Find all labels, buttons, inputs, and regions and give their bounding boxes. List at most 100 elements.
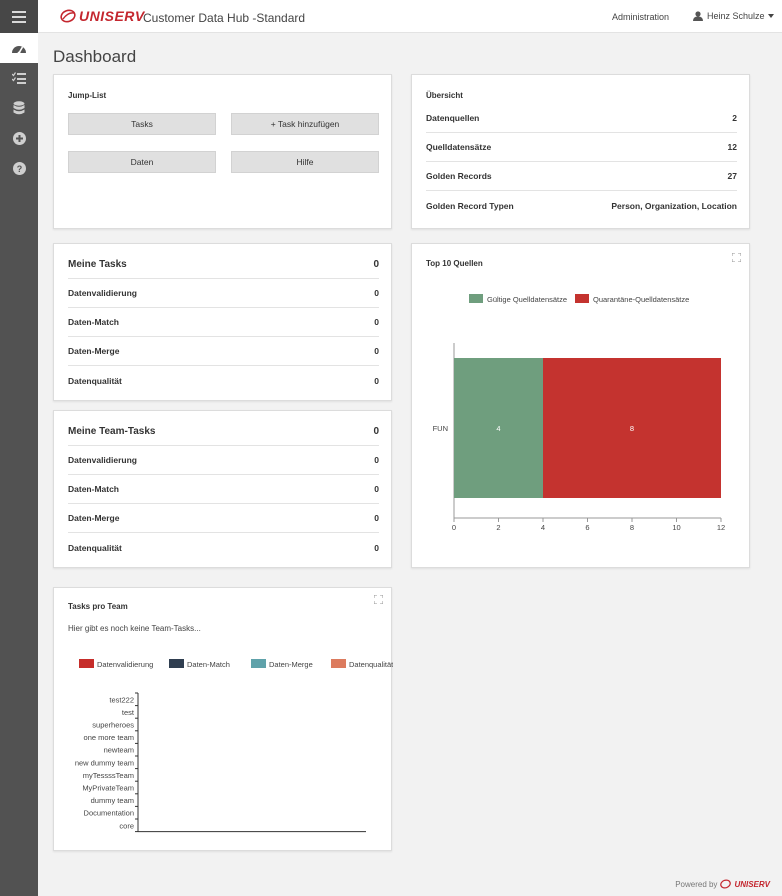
empty-message: Hier gibt es noch keine Team-Tasks... [68, 624, 201, 633]
task-type-label: Daten-Match [68, 317, 120, 327]
task-count: 0 [374, 317, 379, 327]
tasks-per-team-chart: Datenvalidierung Daten-Match Daten-Merge Da… [75, 659, 393, 833]
overview-row-label: Datenquellen [426, 113, 480, 123]
powered-by: Powered by UNISERV [675, 879, 770, 889]
expand-icon[interactable] [374, 595, 383, 604]
database-icon [13, 101, 25, 115]
category-label: newteam [104, 746, 134, 755]
plus-circle-icon [12, 131, 26, 145]
hamburger-icon [12, 10, 26, 23]
overview-row: Quelldatensätze 12 [426, 133, 737, 162]
top-sources-chart: Gültige Quelldatensätze Quarantäne-Quelld… [433, 294, 725, 532]
powered-by-label: Powered by [675, 879, 718, 889]
top-sources-card: Top 10 Quellen Gültige Quelldatensätze Qu… [411, 243, 750, 568]
overview-row: Golden Records 27 [426, 162, 737, 191]
legend-label[interactable]: Daten-Merge [269, 660, 313, 669]
category-label: dummy team [91, 796, 134, 805]
task-type-label: Daten-Merge [68, 513, 120, 523]
expand-icon[interactable] [732, 253, 741, 262]
my-tasks-title: Meine Tasks [68, 258, 127, 270]
jump-list-card: Jump-List Tasks + Task hinzufügen Daten … [53, 74, 392, 229]
jump-list-title: Jump-List [68, 91, 107, 100]
task-type-label: Daten-Match [68, 484, 120, 494]
footer: Powered by UNISERV [38, 868, 782, 896]
legend-label[interactable]: Datenqualität [349, 660, 393, 669]
category-label: MyPrivateTeam [82, 784, 134, 793]
user-menu[interactable]: Heinz Schulze [693, 11, 774, 21]
my-tasks-row[interactable]: Datenqualität 0 [68, 366, 379, 395]
topbar: UNISERV Customer Data Hub -Standard Admi… [38, 0, 782, 33]
task-count: 0 [374, 484, 379, 494]
legend-label[interactable]: Datenvalidierung [97, 660, 153, 669]
add-task-button[interactable]: + Task hinzufügen [231, 113, 379, 135]
page-title: Dashboard [53, 47, 137, 66]
x-tick-label: 12 [717, 523, 725, 532]
data-label: 8 [630, 424, 634, 433]
task-count: 0 [374, 346, 379, 356]
my-tasks-card: Meine Tasks 0 Datenvalidierung 0 Daten-M… [53, 243, 392, 401]
my-tasks-header: Meine Tasks 0 [68, 250, 379, 279]
svg-text:?: ? [16, 164, 22, 174]
sidebar-item-tasks[interactable] [0, 63, 38, 93]
legend-swatch[interactable] [169, 659, 184, 668]
uniserv-logo[interactable]: UNISERV [60, 8, 145, 24]
sidebar-item-help[interactable]: ? [0, 153, 38, 183]
category-label: new dummy team [75, 758, 134, 767]
category-label: core [119, 821, 134, 830]
legend-swatch[interactable] [331, 659, 346, 668]
overview-row-label: Golden Record Typen [426, 200, 514, 211]
chevron-down-icon [767, 14, 774, 18]
x-tick-label: 8 [630, 523, 634, 532]
team-tasks-row[interactable]: Datenqualität 0 [68, 533, 379, 562]
overview-row: Golden Record Typen Person, Organization… [426, 191, 737, 220]
help-button[interactable]: Hilfe [231, 151, 379, 173]
footer-brand: UNISERV [734, 879, 770, 889]
menu-toggle-button[interactable] [0, 0, 38, 33]
overview-row: Datenquellen 2 [426, 104, 737, 133]
my-tasks-row[interactable]: Daten-Match 0 [68, 308, 379, 337]
category-label: Documentation [84, 809, 134, 818]
team-tasks-row[interactable]: Daten-Merge 0 [68, 504, 379, 533]
top-sources-title: Top 10 Quellen [426, 259, 483, 268]
task-type-label: Datenqualität [68, 375, 122, 386]
task-count: 0 [374, 375, 379, 386]
legend-label[interactable]: Daten-Match [187, 660, 230, 669]
team-tasks-total: 0 [373, 425, 379, 437]
task-count: 0 [374, 455, 379, 465]
my-tasks-total: 0 [373, 258, 379, 270]
team-tasks-title: Meine Team-Tasks [68, 425, 156, 437]
tasks-per-team-title: Tasks pro Team [68, 602, 128, 611]
team-tasks-row[interactable]: Datenvalidierung 0 [68, 446, 379, 475]
task-type-label: Datenvalidierung [68, 455, 137, 465]
overview-row-value: 12 [727, 142, 737, 152]
task-type-label: Datenqualität [68, 542, 122, 553]
task-type-label: Datenvalidierung [68, 288, 137, 298]
user-name: Heinz Schulze [707, 11, 765, 21]
task-count: 0 [374, 542, 379, 553]
legend-label[interactable]: Quarantäne-Quelldatensätze [593, 295, 689, 304]
sidebar: ? [0, 0, 38, 896]
sidebar-item-data[interactable] [0, 93, 38, 123]
team-tasks-row[interactable]: Daten-Match 0 [68, 475, 379, 504]
task-type-label: Daten-Merge [68, 346, 120, 356]
my-tasks-row[interactable]: Daten-Merge 0 [68, 337, 379, 366]
legend-swatch[interactable] [469, 294, 483, 303]
legend-swatch[interactable] [575, 294, 589, 303]
x-tick-label: 6 [585, 523, 589, 532]
my-tasks-row[interactable]: Datenvalidierung 0 [68, 279, 379, 308]
legend-label[interactable]: Gültige Quelldatensätze [487, 295, 567, 304]
sidebar-item-add[interactable] [0, 123, 38, 153]
overview-row-label: Golden Records [426, 171, 492, 181]
overview-row-label: Quelldatensätze [426, 142, 492, 152]
tasks-button[interactable]: Tasks [68, 113, 216, 135]
sidebar-item-dashboard[interactable] [0, 33, 38, 63]
overview-title: Übersicht [426, 91, 463, 100]
administration-link[interactable]: Administration [612, 12, 669, 22]
x-tick-label: 0 [452, 523, 456, 532]
team-tasks-header: Meine Team-Tasks 0 [68, 417, 379, 446]
user-icon [693, 11, 703, 21]
legend-swatch[interactable] [79, 659, 94, 668]
legend-swatch[interactable] [251, 659, 266, 668]
uniserv-swoosh-icon [60, 9, 76, 23]
data-button[interactable]: Daten [68, 151, 216, 173]
